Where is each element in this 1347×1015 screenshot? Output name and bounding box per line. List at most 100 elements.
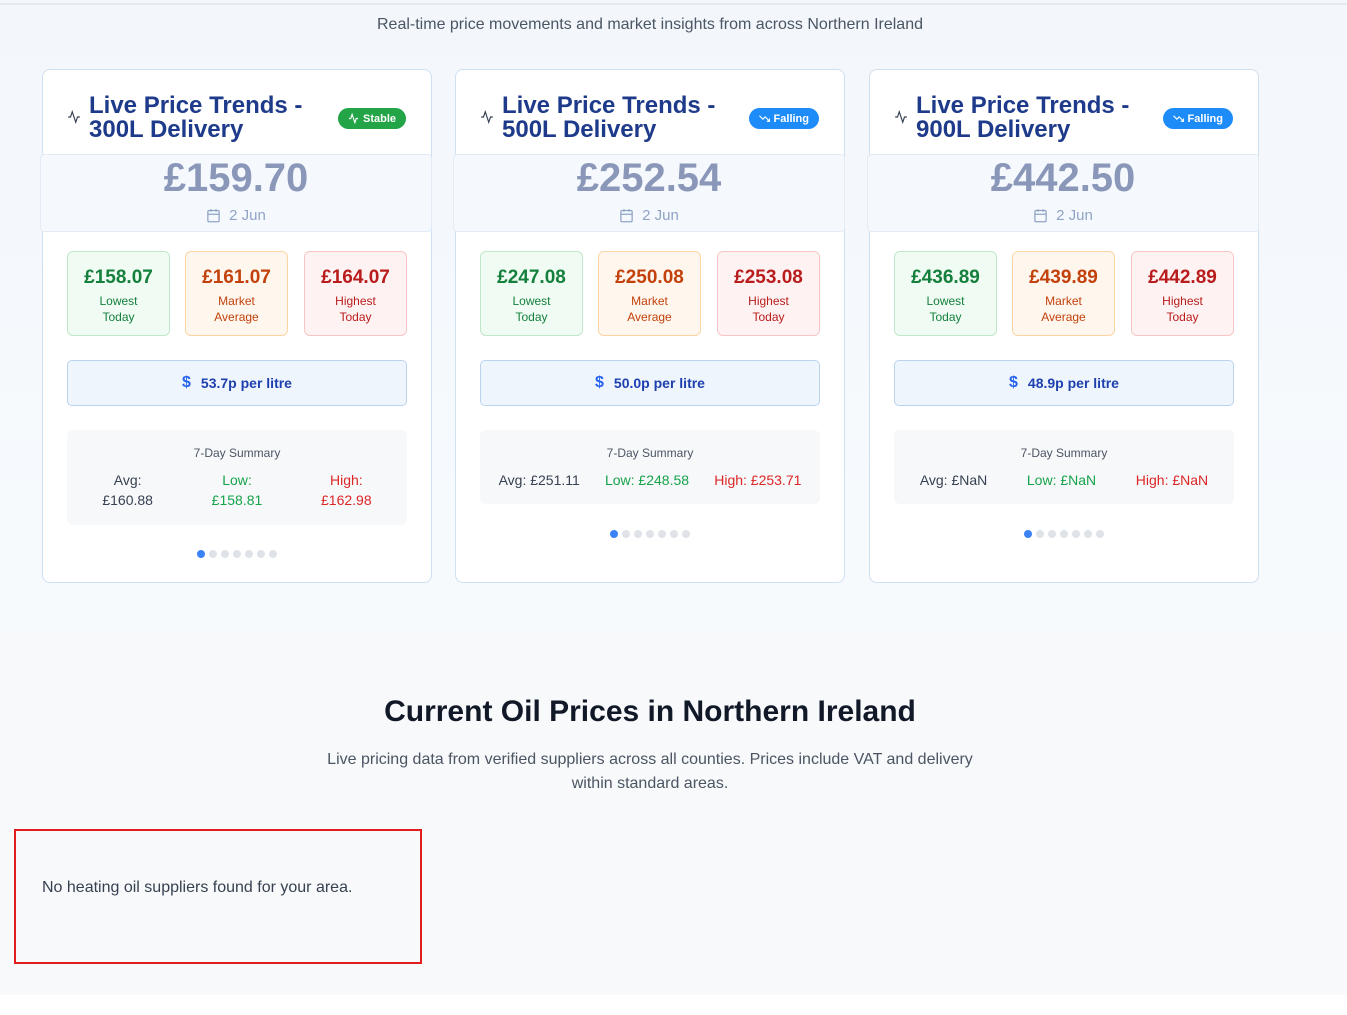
empty-state-box: No heating oil suppliers found for your … xyxy=(14,829,422,964)
carousel-dot[interactable] xyxy=(221,550,229,558)
card-title-line: Live Price Trends - xyxy=(916,92,1130,119)
seven-day-summary: 7-Day Summary Avg: £160.88 Low: £158.81 Hi… xyxy=(67,430,407,525)
status-badge-label: Stable xyxy=(362,112,396,125)
market-average-stat: £161.07 Market Average xyxy=(185,251,288,336)
current-price-box: £252.54 2 Jun xyxy=(453,154,845,232)
per-litre-label: 48.9p per litre xyxy=(1027,375,1119,391)
status-badge: Falling xyxy=(748,108,819,129)
price-date: 2 Jun xyxy=(454,207,844,224)
price-trend-card-900l: Live Price Trends - 900L Delivery Fallin… xyxy=(867,69,1259,583)
status-badge-label: Falling xyxy=(773,112,809,125)
highest-today-stat: £253.08 Highest Today xyxy=(717,251,820,336)
carousel-dot[interactable] xyxy=(1084,530,1092,538)
dollar-icon: $ xyxy=(595,374,604,391)
stat-label: Market Average xyxy=(1041,294,1086,324)
stat-value: £253.08 xyxy=(734,267,803,288)
trending-down-icon xyxy=(758,115,770,122)
summary-avg: Avg: £NaN xyxy=(919,472,988,488)
card-title-line: 900L Delivery xyxy=(916,116,1071,143)
price-date: 2 Jun xyxy=(41,207,431,224)
summary-high: High: £NaN xyxy=(1135,472,1209,488)
card-title-line: 300L Delivery xyxy=(89,116,244,143)
status-badge: Stable xyxy=(337,108,406,129)
stat-value: £247.08 xyxy=(497,267,566,288)
section-title: Current Oil Prices in Northern Ireland xyxy=(384,695,916,728)
card-title-line: Live Price Trends - xyxy=(502,92,716,119)
card-title: Live Price Trends - 500L Delivery xyxy=(502,94,742,142)
carousel-dot[interactable] xyxy=(622,530,630,538)
date-label: 2 Jun xyxy=(1056,207,1093,224)
carousel-dot[interactable] xyxy=(209,550,217,558)
lowest-today-stat: £158.07 Lowest Today xyxy=(67,251,170,336)
carousel-dot[interactable] xyxy=(257,550,265,558)
highest-today-stat: £164.07 Highest Today xyxy=(304,251,407,336)
section-subtitle: Real-time price movements and market ins… xyxy=(377,16,923,33)
status-badge: Falling xyxy=(1162,108,1233,129)
price-trend-card-300l: Live Price Trends - 300L Delivery Stable… xyxy=(40,69,432,583)
current-price: £159.70 xyxy=(163,156,309,200)
carousel-dot[interactable] xyxy=(245,550,253,558)
carousel-dot[interactable] xyxy=(233,550,241,558)
per-litre-price: $ 50.0p per litre xyxy=(480,360,820,406)
calendar-icon xyxy=(1034,209,1047,223)
lowest-today-stat: £247.08 Lowest Today xyxy=(480,251,583,336)
activity-icon xyxy=(348,113,359,124)
current-price: £252.54 xyxy=(576,156,722,200)
summary-avg: Avg: £160.88 xyxy=(102,472,153,508)
stat-label: Lowest Today xyxy=(512,294,551,324)
per-litre-price: $ 48.9p per litre xyxy=(894,360,1234,406)
current-price-box: £442.50 2 Jun xyxy=(867,154,1259,232)
carousel-dot[interactable] xyxy=(1060,530,1068,538)
dollar-icon: $ xyxy=(1009,374,1018,391)
summary-low: Low: £248.58 xyxy=(604,472,690,488)
card-header: Live Price Trends - 500L Delivery Fallin… xyxy=(456,70,844,154)
carousel-dot[interactable] xyxy=(610,530,618,538)
per-litre-label: 50.0p per litre xyxy=(613,375,705,391)
summary-low: Low: £158.81 xyxy=(211,472,263,508)
carousel-dot[interactable] xyxy=(1024,530,1032,538)
stat-value: £250.08 xyxy=(615,267,684,288)
stat-value: £439.89 xyxy=(1029,267,1098,288)
stat-label: Highest Today xyxy=(748,294,789,324)
carousel-dot[interactable] xyxy=(1036,530,1044,538)
stat-label: Lowest Today xyxy=(926,294,965,324)
per-litre-price: $ 53.7p per litre xyxy=(67,360,407,406)
carousel-dot[interactable] xyxy=(197,550,205,558)
status-badge-label: Falling xyxy=(1187,112,1223,125)
carousel-dot[interactable] xyxy=(1072,530,1080,538)
carousel-dot[interactable] xyxy=(646,530,654,538)
calendar-icon xyxy=(620,209,633,223)
card-title: Live Price Trends - 300L Delivery xyxy=(89,94,329,142)
carousel-dot[interactable] xyxy=(670,530,678,538)
carousel-dot[interactable] xyxy=(634,530,642,538)
summary-title: 7-Day Summary xyxy=(193,446,281,460)
activity-icon xyxy=(481,110,493,124)
section-description: Live pricing data from verified supplier… xyxy=(327,751,973,792)
carousel-dot[interactable] xyxy=(269,550,277,558)
summary-title: 7-Day Summary xyxy=(606,446,694,460)
stat-value: £164.07 xyxy=(321,267,390,288)
empty-state-message: No heating oil suppliers found for your … xyxy=(42,879,353,896)
carousel-dot[interactable] xyxy=(1096,530,1104,538)
summary-title: 7-Day Summary xyxy=(1020,446,1108,460)
seven-day-summary: 7-Day Summary Avg: £251.11 Low: £248.58 … xyxy=(480,430,820,504)
stat-value: £442.89 xyxy=(1148,267,1217,288)
trending-down-icon xyxy=(1172,115,1184,122)
card-title-line: 500L Delivery xyxy=(502,116,657,143)
carousel-dot[interactable] xyxy=(682,530,690,538)
carousel-dot[interactable] xyxy=(1048,530,1056,538)
stat-label: Highest Today xyxy=(1162,294,1203,324)
lowest-today-stat: £436.89 Lowest Today xyxy=(894,251,997,336)
current-price: £442.50 xyxy=(990,156,1136,200)
card-header: Live Price Trends - 900L Delivery Fallin… xyxy=(870,70,1258,154)
stat-label: Highest Today xyxy=(335,294,376,324)
stat-value: £436.89 xyxy=(911,267,980,288)
stat-label: Lowest Today xyxy=(99,294,138,324)
carousel-dot[interactable] xyxy=(658,530,666,538)
date-label: 2 Jun xyxy=(642,207,679,224)
summary-high: High: £162.98 xyxy=(321,472,372,508)
summary-low: Low: £NaN xyxy=(1026,472,1097,488)
market-average-stat: £439.89 Market Average xyxy=(1012,251,1115,336)
date-label: 2 Jun xyxy=(229,207,266,224)
price-trend-card-500l: Live Price Trends - 500L Delivery Fallin… xyxy=(453,69,845,583)
